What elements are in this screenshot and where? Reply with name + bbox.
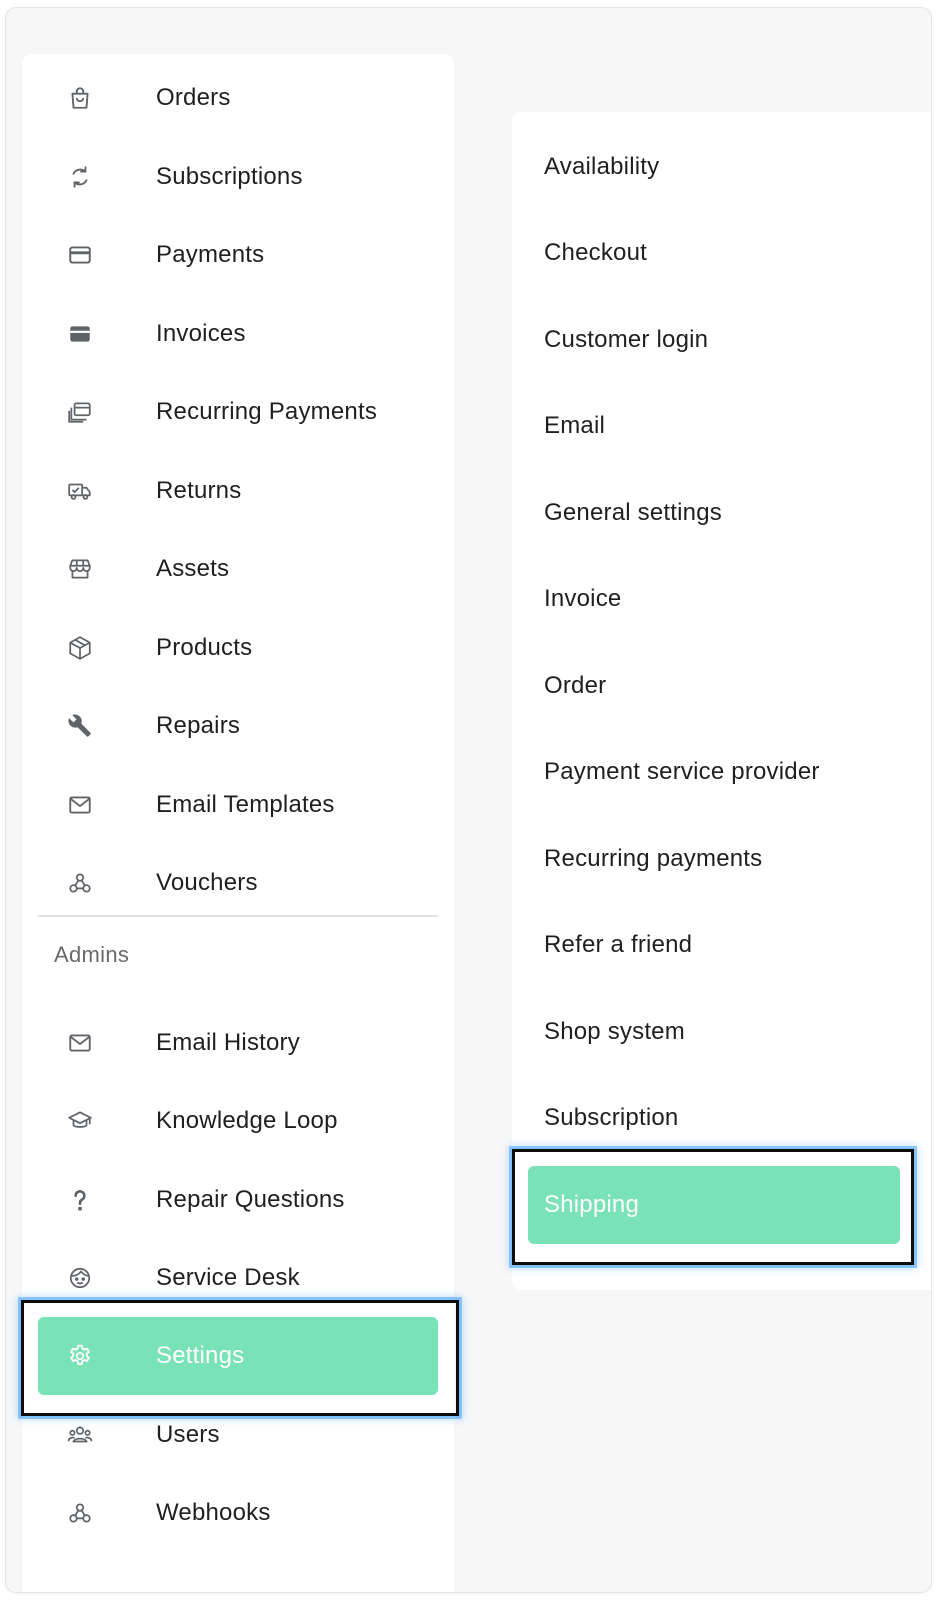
settings-item-subscription[interactable]: Subscription (528, 1079, 900, 1157)
settings-item-label: Payment service provider (544, 758, 820, 785)
sidebar-item-assets[interactable]: Assets (38, 530, 438, 608)
sidebar-item-invoices[interactable]: Invoices (38, 295, 438, 373)
settings-item-refer-a-friend[interactable]: Refer a friend (528, 906, 900, 984)
sidebar-item-label: Email Templates (156, 791, 335, 818)
sidebar: Orders Subscriptions Payments Invoices R (21, 54, 459, 1592)
sidebar-divider (38, 915, 438, 917)
settings-item-label: Availability (544, 153, 660, 180)
settings-item-recurring-payments[interactable]: Recurring payments (528, 820, 900, 898)
sidebar-item-label: Webhooks (156, 1499, 271, 1526)
settings-item-label: Order (544, 672, 607, 699)
sidebar-item-label: Email History (156, 1029, 300, 1056)
graduation-cap-icon (66, 1107, 94, 1135)
support-agent-icon (66, 1264, 94, 1292)
sidebar-item-label: Vouchers (156, 869, 258, 896)
storefront-icon (66, 555, 94, 583)
package-icon (66, 634, 94, 662)
sidebar-item-label: Subscriptions (156, 163, 303, 190)
sidebar-item-label: Repair Questions (156, 1186, 345, 1213)
settings-item-label: Customer login (544, 326, 709, 353)
webhook-icon (66, 1499, 94, 1527)
sidebar-item-repairs[interactable]: Repairs (38, 687, 438, 765)
sidebar-item-email-history[interactable]: Email History (38, 1004, 438, 1082)
sidebar-item-payments[interactable]: Payments (38, 216, 438, 294)
settings-submenu: Availability Checkout Customer login Ema… (512, 112, 931, 1290)
settings-item-label: Refer a friend (544, 931, 693, 958)
users-group-icon (66, 1421, 94, 1449)
settings-item-availability[interactable]: Availability (528, 128, 900, 206)
settings-item-shop-system[interactable]: Shop system (528, 993, 900, 1071)
sidebar-item-webhooks[interactable]: Webhooks (38, 1474, 438, 1552)
sidebar-item-knowledge-loop[interactable]: Knowledge Loop (38, 1082, 438, 1160)
admins-section-title: Admins (54, 942, 130, 967)
settings-item-customer-login[interactable]: Customer login (528, 301, 900, 379)
sidebar-item-label: Recurring Payments (156, 398, 378, 425)
settings-item-payment-service-provider[interactable]: Payment service provider (528, 733, 900, 811)
sidebar-item-email-templates[interactable]: Email Templates (38, 766, 438, 844)
wrench-icon (66, 712, 94, 740)
sidebar-item-label: Invoices (156, 320, 246, 347)
app-window: Orders Subscriptions Payments Invoices R (6, 8, 931, 1592)
sidebar-item-label: Orders (156, 84, 231, 111)
settings-item-label: General settings (544, 499, 722, 526)
settings-item-label: Invoice (544, 585, 622, 612)
sidebar-item-label: Repairs (156, 712, 241, 739)
envelope-icon (66, 791, 94, 819)
sync-icon (66, 163, 94, 191)
sidebar-item-label: Service Desk (156, 1264, 300, 1291)
shipping-highlight-frame (512, 1149, 914, 1265)
settings-item-general-settings[interactable]: General settings (528, 474, 900, 552)
settings-item-label: Recurring payments (544, 845, 763, 872)
credit-card-icon (66, 241, 94, 269)
stacked-cards-icon (66, 398, 94, 426)
settings-item-label: Subscription (544, 1104, 679, 1131)
settings-item-label: Shop system (544, 1018, 685, 1045)
question-mark-icon (66, 1186, 94, 1214)
sidebar-item-subscriptions[interactable]: Subscriptions (38, 138, 438, 216)
envelope-icon (66, 1029, 94, 1057)
settings-item-order[interactable]: Order (528, 647, 900, 725)
settings-item-invoice[interactable]: Invoice (528, 560, 900, 638)
sidebar-item-label: Knowledge Loop (156, 1107, 338, 1134)
webhook-icon (66, 869, 94, 897)
settings-highlight-frame (21, 1300, 459, 1416)
sidebar-item-label: Payments (156, 241, 265, 268)
sidebar-item-repair-questions[interactable]: Repair Questions (38, 1161, 438, 1239)
settings-item-label: Email (544, 412, 606, 439)
sidebar-item-products[interactable]: Products (38, 609, 438, 687)
settings-item-email[interactable]: Email (528, 387, 900, 465)
sidebar-item-label: Users (156, 1421, 220, 1448)
settings-item-checkout[interactable]: Checkout (528, 214, 900, 292)
sidebar-item-label: Assets (156, 555, 230, 582)
delivery-truck-icon (66, 477, 94, 505)
shopping-bag-icon (66, 84, 94, 112)
sidebar-item-recurring-payments[interactable]: Recurring Payments (38, 373, 438, 451)
sidebar-item-label: Returns (156, 477, 242, 504)
sidebar-item-vouchers[interactable]: Vouchers (38, 844, 438, 922)
card-filled-icon (66, 320, 94, 348)
sidebar-item-orders[interactable]: Orders (38, 59, 438, 137)
settings-item-label: Checkout (544, 239, 647, 266)
sidebar-item-returns[interactable]: Returns (38, 452, 438, 530)
sidebar-item-label: Products (156, 634, 253, 661)
